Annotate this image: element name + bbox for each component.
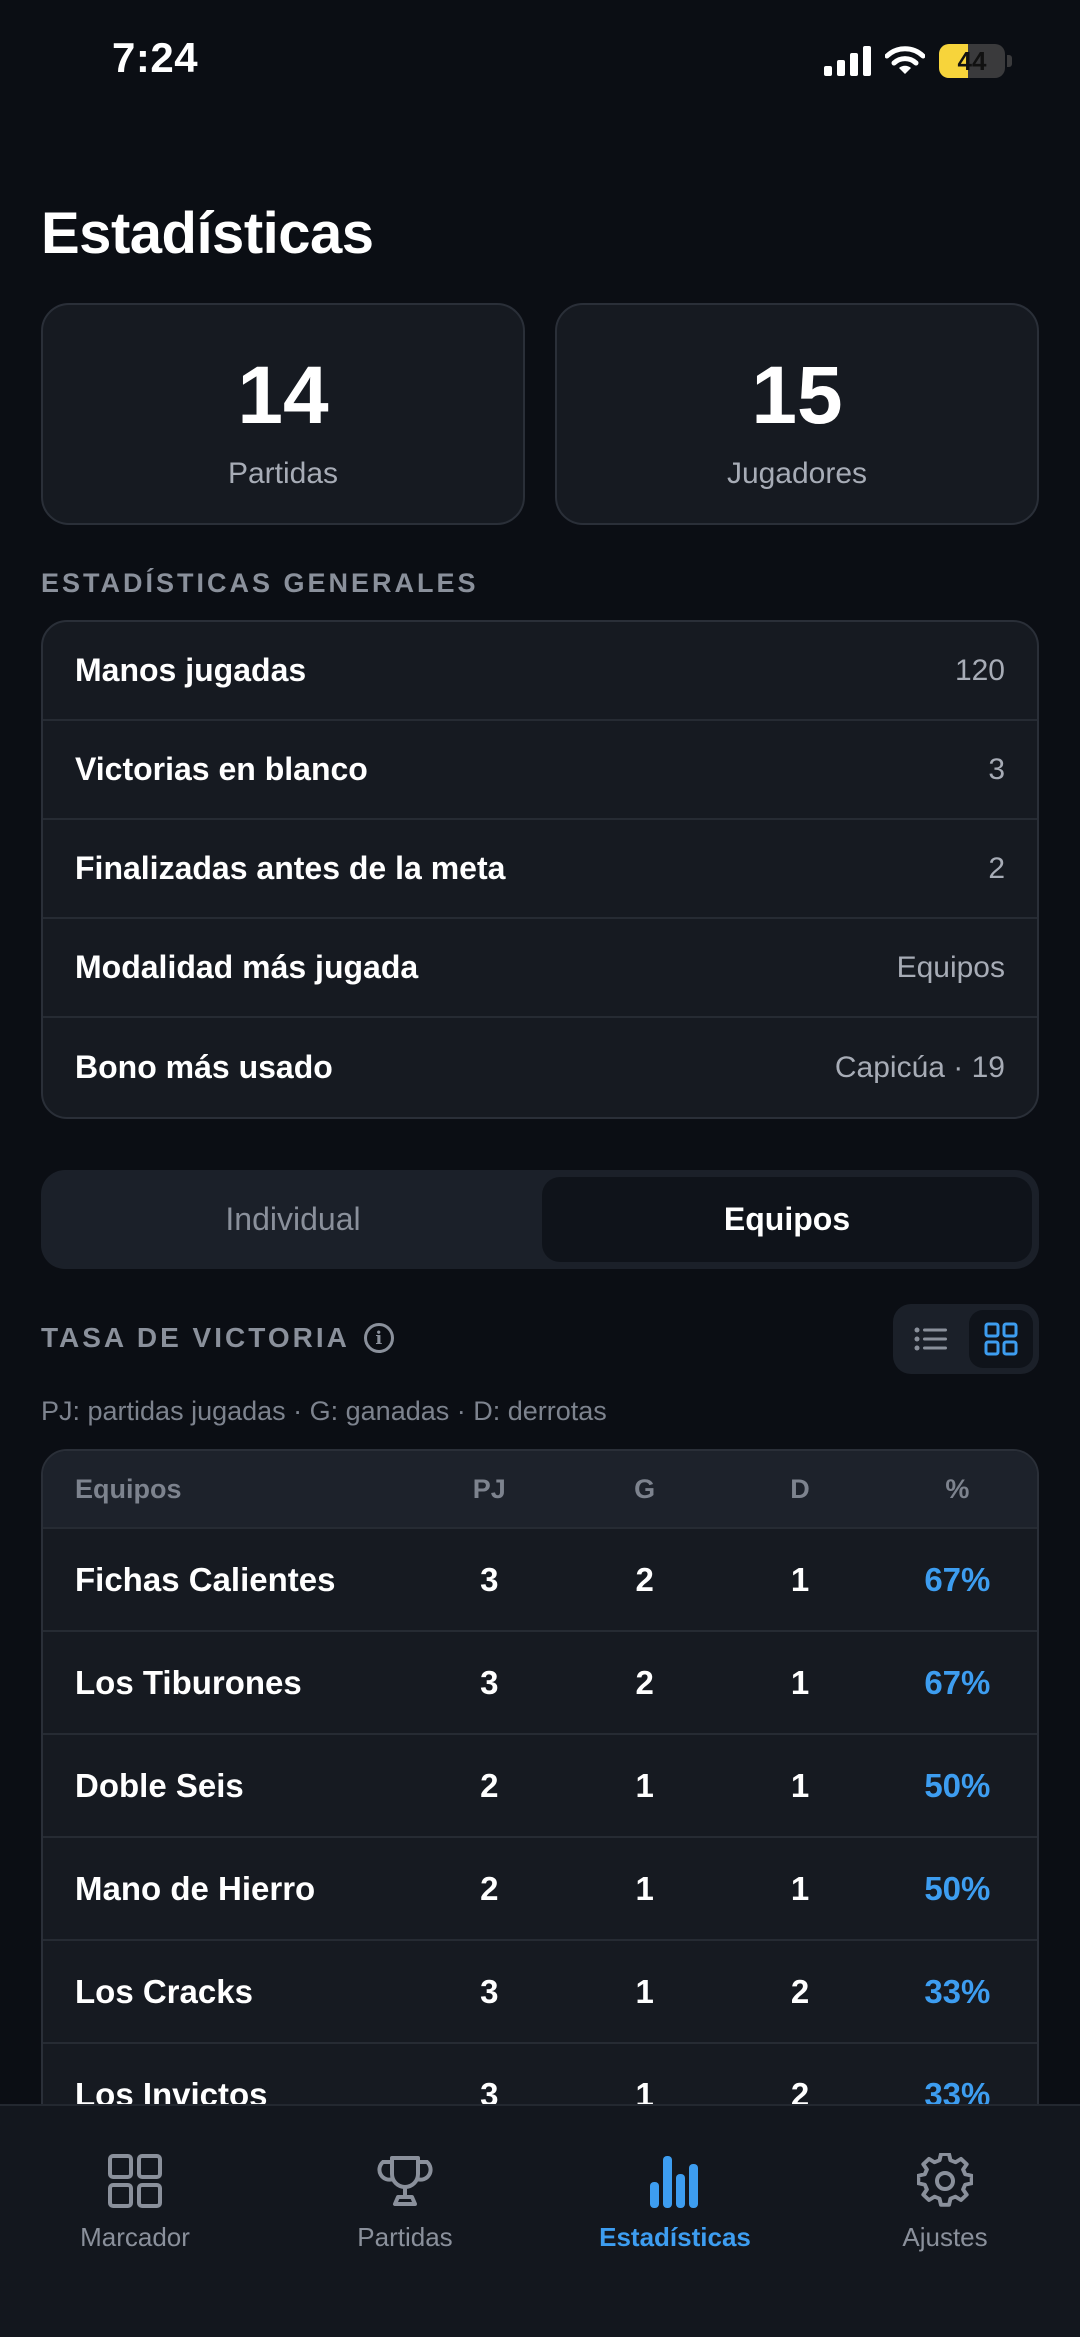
team-name: Los Cracks — [75, 1972, 253, 2010]
wifi-icon — [885, 46, 925, 74]
team-name: Mano de Hierro — [75, 1869, 316, 1907]
list-view-button[interactable] — [899, 1310, 963, 1368]
table-row: Mano de Hierro 2 1 1 50% — [43, 1838, 1037, 1941]
games-count: 14 — [237, 350, 329, 441]
games-played: 3 — [480, 1972, 499, 2010]
grid-icon — [984, 1322, 1018, 1356]
tab-label: Ajustes — [902, 2222, 988, 2252]
gear-icon — [917, 2153, 973, 2207]
win-rate: 33% — [924, 1972, 991, 2010]
trophy-icon — [377, 2156, 433, 2206]
games-lost: 1 — [790, 1663, 810, 1701]
mode-segmented-control: Individual Equipos — [41, 1170, 1039, 1269]
battery-tip — [1007, 55, 1012, 67]
status-time: 7:24 — [112, 34, 199, 81]
games-lost: 1 — [790, 1560, 810, 1598]
bar-chart-icon — [650, 2156, 698, 2208]
winrate-title: TASA DE VICTORIA — [41, 1322, 350, 1353]
stats-value: Equipos — [896, 950, 1005, 984]
table-row: Los Tiburones 3 2 1 67% — [43, 1632, 1037, 1735]
stats-value: 120 — [954, 653, 1005, 687]
stats-label: Manos jugadas — [75, 652, 307, 688]
games-played: 2 — [480, 1766, 499, 1804]
win-rate: 67% — [924, 1560, 991, 1598]
stats-row-ended-early: Finalizadas antes de la meta 2 — [43, 820, 1037, 919]
win-rate: 50% — [924, 1869, 991, 1907]
segment-teams[interactable]: Equipos — [542, 1177, 1032, 1262]
tab-label: Partidas — [357, 2222, 453, 2252]
battery-icon: 44 — [939, 44, 1005, 78]
header-pj: PJ — [472, 1473, 506, 1504]
team-name: Doble Seis — [75, 1766, 244, 1804]
games-won: 1 — [635, 1972, 654, 2010]
games-lost: 1 — [790, 1869, 810, 1907]
stats-value: 2 — [988, 851, 1005, 885]
tab-marcador[interactable]: Marcador — [0, 2106, 270, 2337]
status-icons: 44 — [824, 44, 1012, 78]
games-played: 3 — [480, 1663, 499, 1701]
cellular-signal-icon — [824, 46, 871, 76]
players-count-card: 15 Jugadores — [555, 303, 1039, 525]
header-g: G — [634, 1473, 656, 1504]
table-row: Doble Seis 2 1 1 50% — [43, 1735, 1037, 1838]
players-count: 15 — [751, 350, 843, 441]
info-icon[interactable]: i — [363, 1323, 394, 1353]
games-count-card: 14 Partidas — [41, 303, 525, 525]
grid-view-button[interactable] — [969, 1310, 1033, 1368]
table-row: Los Cracks 3 1 2 33% — [43, 1941, 1037, 2044]
games-lost: 1 — [790, 1766, 810, 1804]
battery-level: 44 — [957, 45, 987, 76]
segment-individual[interactable]: Individual — [48, 1177, 538, 1262]
stats-value: 3 — [988, 752, 1005, 786]
table-row: Fichas Calientes 3 2 1 67% — [43, 1529, 1037, 1632]
stats-row-hands: Manos jugadas 120 — [43, 622, 1037, 721]
tab-label: Marcador — [80, 2222, 190, 2252]
winrate-header: TASA DE VICTORIA i — [41, 1322, 394, 1354]
stats-row-shutouts: Victorias en blanco 3 — [43, 721, 1037, 820]
games-won: 2 — [635, 1663, 654, 1701]
games-played: 2 — [480, 1869, 499, 1907]
stats-label: Modalidad más jugada — [75, 949, 419, 985]
header-d: D — [790, 1473, 810, 1504]
table-header: Equipos PJ G D % — [43, 1451, 1037, 1529]
tab-partidas[interactable]: Partidas — [270, 2106, 540, 2337]
table-legend-note: PJ: partidas jugadas · G: ganadas · D: d… — [41, 1396, 607, 1426]
stats-label: Bono más usado — [75, 1049, 333, 1085]
page-title: Estadísticas — [41, 201, 374, 266]
header-name: Equipos — [75, 1473, 182, 1504]
table-body: Fichas Calientes 3 2 1 67% Los Tiburones 3 2 1 67… — [43, 1529, 1037, 2147]
stats-row-top-mode: Modalidad más jugada Equipos — [43, 919, 1037, 1018]
tab-bar: Marcador Partidas Estadísticas Ajustes — [0, 2104, 1080, 2337]
header-pct: % — [945, 1473, 970, 1504]
games-played: 3 — [480, 1560, 499, 1598]
games-won: 1 — [635, 1869, 654, 1907]
stats-value: Capicúa · 19 — [834, 1050, 1005, 1084]
statistics-screen: 7:24 44 Estadísticas 14 Partidas 15 Juga… — [0, 0, 1080, 2337]
games-lost: 2 — [790, 1972, 810, 2010]
view-toggle — [893, 1304, 1039, 1374]
team-name: Los Tiburones — [75, 1663, 302, 1701]
tab-label: Estadísticas — [599, 2222, 751, 2252]
players-label: Jugadores — [726, 457, 868, 490]
list-icon — [914, 1327, 947, 1351]
grid-icon — [108, 2154, 162, 2208]
status-bar: 7:24 44 — [0, 0, 1080, 120]
stats-row-top-bonus: Bono más usado Capicúa · 19 — [43, 1018, 1037, 1117]
stats-label: Victorias en blanco — [75, 751, 368, 787]
general-stats-list: Manos jugadas 120 Victorias en blanco 3 … — [41, 620, 1039, 1119]
tab-estadisticas[interactable]: Estadísticas — [540, 2106, 810, 2337]
games-won: 2 — [635, 1560, 654, 1598]
win-rate: 67% — [924, 1663, 991, 1701]
win-rate: 50% — [924, 1766, 991, 1804]
team-name: Fichas Calientes — [75, 1560, 336, 1598]
tab-ajustes[interactable]: Ajustes — [810, 2106, 1080, 2337]
general-stats-header: ESTADÍSTICAS GENERALES — [41, 568, 479, 598]
games-won: 1 — [635, 1766, 654, 1804]
stats-label: Finalizadas antes de la meta — [75, 850, 506, 886]
games-label: Partidas — [227, 457, 339, 490]
